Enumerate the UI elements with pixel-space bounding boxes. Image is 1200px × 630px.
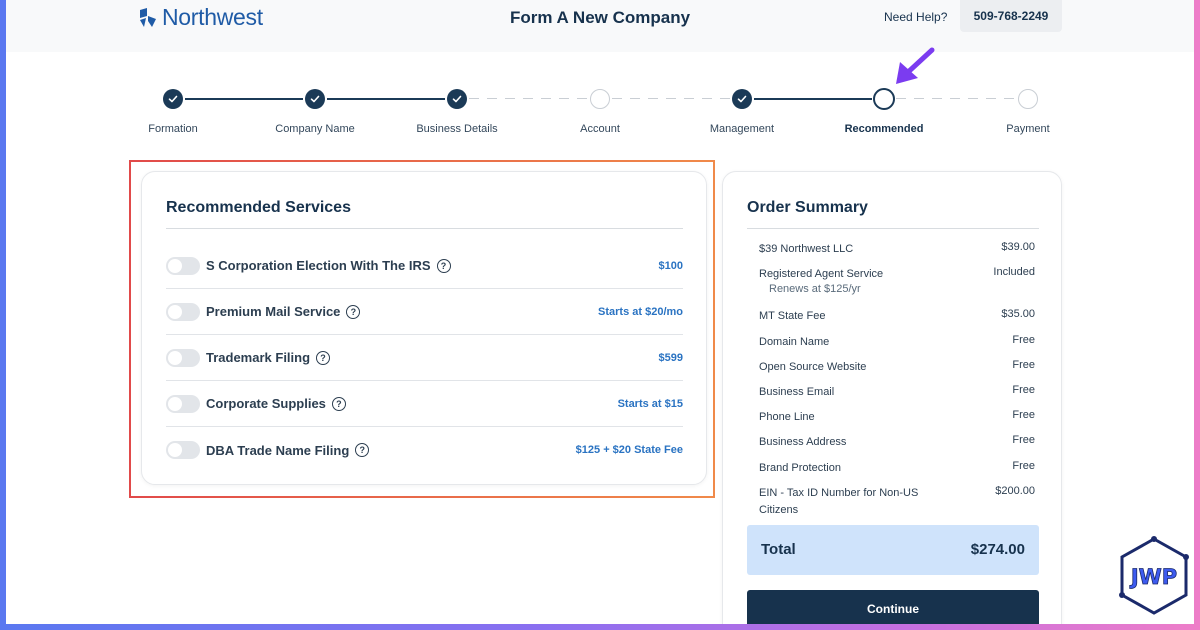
step-label[interactable]: Recommended (824, 123, 944, 135)
service-name: DBA Trade Name Filing (206, 442, 350, 458)
top-header: Northwest Form A New Company Need Help? … (6, 0, 1194, 52)
summary-item-label: Phone Line (759, 411, 815, 423)
divider (166, 228, 683, 229)
service-row: Premium Mail Service? Starts at $20/mo (166, 289, 683, 335)
service-row: Trademark Filing? $599 (166, 335, 683, 381)
step-label[interactable]: Management (682, 123, 802, 135)
order-summary-title: Order Summary (747, 199, 868, 216)
summary-item-label: EIN - Tax ID Number for Non-US Citizens (759, 487, 919, 516)
service-row: DBA Trade Name Filing? $125 + $20 State F… (166, 427, 683, 473)
total-box: Total $274.00 (747, 525, 1039, 575)
summary-item-amount: Included (993, 266, 1035, 278)
step-connector (185, 98, 303, 100)
step-connector (896, 98, 1016, 99)
summary-item-label: Open Source Website (759, 361, 867, 373)
step-payment-indicator[interactable] (1018, 89, 1038, 109)
step-recommended-indicator[interactable] (873, 88, 895, 110)
service-price: $599 (658, 351, 683, 364)
step-connector (469, 98, 588, 99)
summary-item-label: Domain Name (759, 336, 830, 348)
help-icon[interactable]: ? (355, 443, 370, 457)
summary-item-amount: Free (1012, 334, 1035, 346)
summary-item-note: Renews at $125/yr (769, 283, 861, 295)
summary-item-amount: Free (1012, 384, 1035, 396)
step-label[interactable]: Formation (113, 123, 233, 135)
service-name: Trademark Filing (206, 350, 311, 365)
service-price: $100 (658, 259, 683, 272)
service-toggle[interactable] (166, 394, 200, 413)
summary-item-amount: Free (1012, 460, 1035, 472)
pointer-arrow-icon (896, 47, 935, 84)
step-label[interactable]: Payment (968, 123, 1088, 135)
summary-item-label: $39 Northwest LLC (759, 243, 854, 255)
phone-number-button[interactable]: 509-768-2249 (960, 0, 1062, 32)
jwp-watermark-logo: JWP (1119, 536, 1189, 615)
summary-item-label: Business Address (759, 436, 847, 448)
total-amount: $274.00 (970, 541, 1025, 558)
step-connector (612, 98, 730, 99)
service-toggle[interactable] (166, 302, 200, 321)
step-label[interactable]: Business Details (397, 123, 517, 135)
help-icon[interactable]: ? (331, 396, 346, 411)
check-icon (168, 95, 178, 103)
step-company-name-indicator[interactable] (305, 89, 325, 109)
check-icon (310, 95, 320, 103)
step-connector (327, 98, 445, 100)
summary-item-amount: Free (1012, 409, 1035, 421)
service-row: Corporate Supplies? Starts at $15 (166, 381, 683, 427)
recommended-services-card: Recommended Services S Corporation Elect… (141, 171, 707, 485)
service-price: Starts at $20/mo (598, 305, 683, 318)
need-help-label: Need Help? (884, 10, 948, 24)
service-name: S Corporation Election With The IRS (206, 258, 431, 273)
help-icon[interactable]: ? (346, 304, 361, 319)
order-summary-card: Order Summary $39 Northwest LLC $39.00 Reg… (722, 171, 1062, 624)
page-frame: Northwest Form A New Company Need Help? … (6, 0, 1194, 624)
service-row: S Corporation Election With The IRS? $100 (166, 243, 683, 289)
step-account-indicator[interactable] (590, 89, 610, 109)
service-toggle[interactable] (166, 256, 200, 275)
total-label: Total (761, 541, 796, 558)
continue-button[interactable]: Continue (747, 590, 1039, 624)
check-icon (452, 95, 462, 103)
summary-item-amount: $35.00 (1001, 308, 1035, 320)
service-price: $125 + $20 State Fee (575, 444, 683, 456)
summary-item-label: Brand Protection (759, 462, 841, 474)
step-management-indicator[interactable] (732, 89, 752, 109)
summary-item-label: Registered Agent Service (759, 268, 884, 280)
summary-item-amount: Free (1012, 434, 1035, 446)
step-label[interactable]: Company Name (255, 123, 375, 135)
summary-item-label: MT State Fee (759, 310, 826, 322)
svg-text:JWP: JWP (1129, 565, 1177, 589)
check-icon (737, 95, 747, 103)
divider (747, 228, 1039, 229)
step-formation-indicator[interactable] (163, 89, 183, 109)
progress-stepper: Formation Company Name Business Details Acc… (6, 82, 1194, 142)
service-toggle[interactable] (166, 441, 200, 459)
help-icon[interactable]: ? (316, 350, 331, 365)
service-price: Starts at $15 (617, 397, 683, 410)
summary-item-amount: $39.00 (1001, 241, 1035, 253)
recommended-services-title: Recommended Services (166, 199, 351, 216)
summary-item-label: Business Email (759, 386, 835, 398)
service-name: Corporate Supplies (206, 396, 326, 411)
service-toggle[interactable] (166, 348, 200, 367)
summary-item-amount: Free (1012, 359, 1035, 371)
step-business-details-indicator[interactable] (447, 89, 467, 109)
help-icon[interactable]: ? (436, 258, 451, 273)
summary-item-amount: $200.00 (995, 485, 1035, 497)
step-label[interactable]: Account (540, 123, 660, 135)
step-connector (754, 98, 872, 100)
service-name: Premium Mail Service (206, 304, 341, 319)
